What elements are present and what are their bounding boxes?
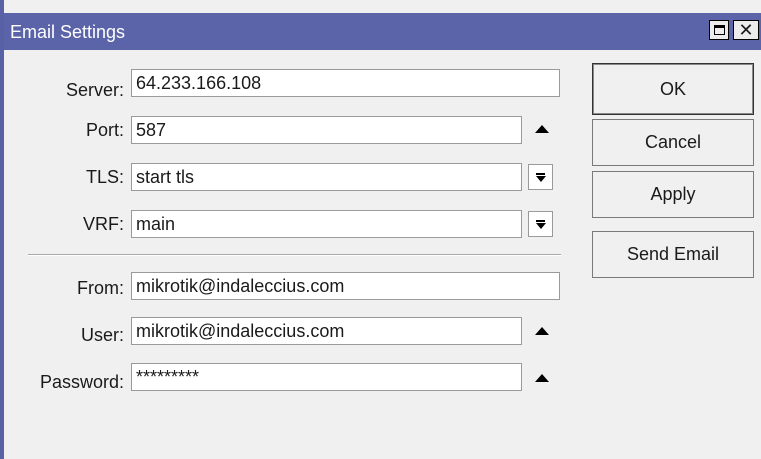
close-icon: ✕ <box>738 20 754 40</box>
port-label: Port: <box>85 120 124 140</box>
apply-button[interactable]: Apply <box>592 171 754 218</box>
maximize-icon <box>713 25 725 35</box>
tls-label: TLS: <box>85 167 124 187</box>
section-divider <box>28 254 561 256</box>
password-collapse-arrow-icon[interactable] <box>535 374 549 382</box>
from-input[interactable]: mikrotik@indaleccius.com <box>131 272 560 300</box>
vrf-select[interactable]: main <box>131 210 522 238</box>
vrf-label: VRF: <box>82 214 124 234</box>
send-email-button[interactable]: Send Email <box>592 231 754 278</box>
password-label: Password: <box>39 372 124 392</box>
dropdown-arrow-icon <box>535 172 546 182</box>
server-input[interactable]: 64.233.166.108 <box>131 69 560 97</box>
password-input[interactable]: ********* <box>131 363 522 391</box>
port-input[interactable]: 587 <box>131 116 522 144</box>
window-title: Email Settings <box>10 22 126 42</box>
user-label: User: <box>80 325 124 345</box>
close-button[interactable]: ✕ <box>733 20 759 40</box>
user-input[interactable]: mikrotik@indaleccius.com <box>131 317 522 345</box>
cancel-button[interactable]: Cancel <box>592 119 754 166</box>
vrf-dropdown-button[interactable] <box>528 211 553 237</box>
title-bar[interactable]: Email Settings ✕ <box>4 13 761 50</box>
user-collapse-arrow-icon[interactable] <box>535 327 549 335</box>
port-collapse-arrow-icon[interactable] <box>535 125 549 133</box>
ok-button[interactable]: OK <box>592 63 754 115</box>
tls-dropdown-button[interactable] <box>528 164 553 190</box>
maximize-button[interactable] <box>709 20 729 40</box>
from-label: From: <box>77 278 124 298</box>
email-settings-window: Email Settings ✕ Server: 64.233.166.108 … <box>0 0 761 459</box>
dropdown-arrow-icon <box>535 219 546 229</box>
server-label: Server: <box>65 80 124 100</box>
tls-select[interactable]: start tls <box>131 163 522 191</box>
